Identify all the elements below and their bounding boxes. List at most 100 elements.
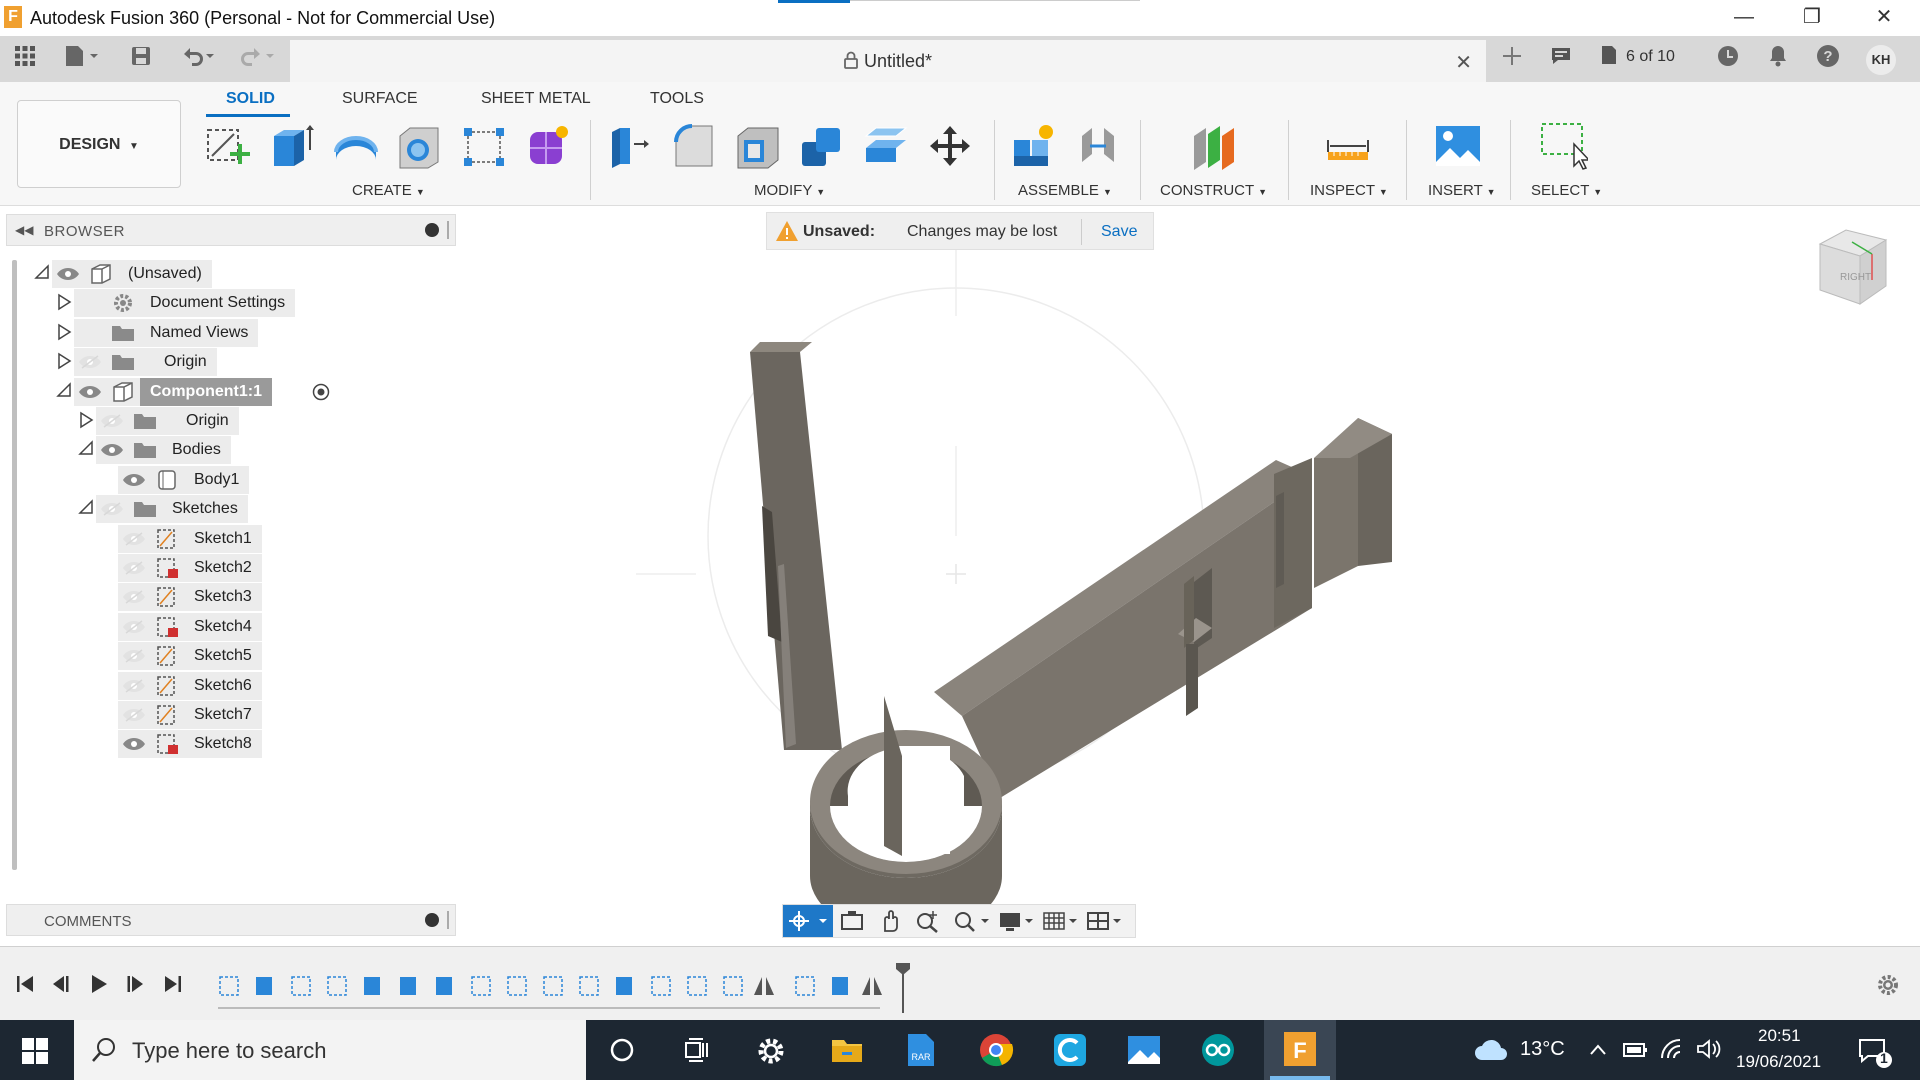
insert-image-icon[interactable] (1434, 122, 1482, 170)
winrar-icon[interactable]: RAR (904, 1032, 938, 1073)
arduino-icon[interactable] (1200, 1032, 1236, 1073)
ccleaner-icon[interactable] (1052, 1032, 1088, 1073)
viewcube[interactable]: RIGHT (1812, 224, 1894, 314)
browser-tree-row[interactable]: (Unsaved) (6, 260, 446, 288)
tab-sheet-metal[interactable]: SHEET METAL (481, 90, 591, 108)
job-status-icon[interactable] (1598, 44, 1620, 74)
tab-tools[interactable]: TOOLS (650, 90, 704, 108)
add-comment-icon[interactable] (425, 913, 439, 927)
data-panel-grid-icon[interactable] (10, 44, 40, 74)
browser-tree-row[interactable]: Body1 (6, 465, 446, 494)
task-view-icon[interactable] (682, 1036, 710, 1069)
minimize-button[interactable]: — (1716, 0, 1772, 36)
visibility-eye-icon[interactable] (122, 737, 146, 751)
fillet-icon[interactable] (670, 122, 718, 170)
step-back-icon[interactable] (50, 973, 72, 1000)
redo-icon[interactable] (236, 44, 280, 74)
new-tab-plus-icon[interactable] (1496, 44, 1528, 74)
visibility-eye-icon[interactable] (56, 267, 80, 281)
panel-grip-icon[interactable] (447, 221, 449, 239)
browser-tree-row[interactable]: Named Views (6, 318, 446, 347)
hole-icon[interactable] (396, 122, 444, 170)
browser-tree-row[interactable]: Bodies (6, 436, 446, 465)
browser-tree-row[interactable]: Sketch5 (6, 642, 446, 671)
workspace-switcher[interactable]: DESIGN ▼ (17, 100, 181, 188)
battery-icon[interactable] (1622, 1040, 1648, 1065)
browser-tree-row[interactable]: Sketch3 (6, 583, 446, 612)
minimize-panel-icon[interactable] (425, 223, 439, 237)
viewports-icon[interactable] (1085, 909, 1125, 938)
model-body[interactable] (750, 342, 1392, 936)
hidden-eye-icon[interactable] (100, 414, 124, 428)
weather-cloud-icon[interactable] (1474, 1036, 1508, 1067)
hidden-eye-icon[interactable] (122, 649, 146, 663)
windows-start-icon[interactable] (22, 1038, 48, 1069)
weather-temperature[interactable]: 13°C (1520, 1038, 1565, 1061)
timeline-marker[interactable] (894, 961, 912, 1020)
joint-icon[interactable] (1074, 122, 1122, 170)
display-settings-icon[interactable] (997, 909, 1037, 938)
collapse-double-arrow-icon[interactable]: ◀◀ (15, 223, 33, 237)
orbit-button[interactable] (783, 905, 833, 937)
file-explorer-icon[interactable] (830, 1034, 864, 1071)
fit-zoom-icon[interactable] (953, 909, 993, 938)
insert-group-label[interactable]: INSERT ▼ (1428, 182, 1496, 199)
wifi-icon[interactable] (1660, 1038, 1686, 1065)
browser-tree-row[interactable]: Document Settings (6, 289, 446, 318)
create-group-label[interactable]: CREATE ▼ (352, 182, 425, 199)
photos-icon[interactable] (1126, 1032, 1162, 1073)
browser-tree-row[interactable]: Sketch2 (6, 554, 446, 582)
save-button[interactable]: Save (1101, 223, 1137, 241)
press-pull-icon[interactable] (606, 122, 654, 170)
pan-hand-icon[interactable] (877, 909, 903, 938)
timeline-settings-gear-icon[interactable] (1876, 973, 1900, 1002)
notifications-bell-icon[interactable] (1764, 44, 1792, 74)
visibility-eye-icon[interactable] (100, 443, 124, 457)
inspect-group-label[interactable]: INSPECT ▼ (1310, 182, 1388, 199)
hidden-eye-icon[interactable] (122, 620, 146, 634)
create-form-icon[interactable] (524, 122, 572, 170)
step-forward-icon[interactable] (124, 973, 146, 1000)
save-icon[interactable] (128, 44, 154, 74)
close-window-button[interactable]: ✕ (1856, 0, 1912, 36)
volume-icon[interactable] (1696, 1038, 1722, 1065)
offset-plane-icon[interactable] (1190, 122, 1238, 170)
activate-component-radio-icon[interactable] (312, 383, 330, 406)
expanded-triangle-icon[interactable] (78, 499, 94, 520)
extrude-icon[interactable] (268, 122, 316, 170)
pattern-icon[interactable] (460, 122, 508, 170)
clock-date[interactable]: 19/06/2021 (1736, 1052, 1821, 1072)
job-status-text[interactable]: 6 of 10 (1626, 48, 1675, 66)
browser-tree-row[interactable]: Sketch6 (6, 671, 446, 700)
collapsed-triangle-icon[interactable] (78, 411, 94, 434)
expanded-triangle-icon[interactable] (56, 381, 72, 403)
user-avatar[interactable]: KH (1866, 45, 1896, 75)
expanded-triangle-icon[interactable] (78, 440, 94, 461)
revolve-icon[interactable] (332, 122, 380, 170)
browser-tree-row[interactable]: Component1:1 (6, 377, 446, 406)
go-to-start-icon[interactable] (14, 973, 36, 1000)
modify-group-label[interactable]: MODIFY ▼ (754, 182, 825, 199)
move-copy-icon[interactable] (926, 122, 974, 170)
cortana-icon[interactable] (608, 1036, 636, 1069)
hidden-eye-icon[interactable] (100, 502, 124, 516)
play-icon[interactable] (88, 973, 110, 1000)
hidden-eye-icon[interactable] (122, 678, 146, 693)
collapsed-triangle-icon[interactable] (56, 352, 72, 375)
file-menu-icon[interactable] (60, 44, 104, 74)
shell-icon[interactable] (734, 122, 782, 170)
comments-chat-icon[interactable] (1546, 44, 1576, 74)
undo-icon[interactable] (176, 44, 220, 74)
go-to-end-icon[interactable] (162, 973, 184, 1000)
measure-icon[interactable] (1324, 122, 1372, 170)
hidden-eye-icon[interactable] (78, 355, 102, 369)
browser-tree-row[interactable]: Sketch7 (6, 701, 446, 729)
collapsed-triangle-icon[interactable] (56, 293, 72, 316)
help-icon[interactable]: ? (1814, 44, 1842, 74)
construct-group-label[interactable]: CONSTRUCT ▼ (1160, 182, 1267, 199)
clock-icon[interactable] (1714, 44, 1742, 74)
offset-face-icon[interactable] (862, 122, 910, 170)
collapsed-triangle-icon[interactable] (56, 323, 72, 346)
expanded-triangle-icon[interactable] (34, 264, 50, 285)
select-group-label[interactable]: SELECT ▼ (1531, 182, 1602, 199)
